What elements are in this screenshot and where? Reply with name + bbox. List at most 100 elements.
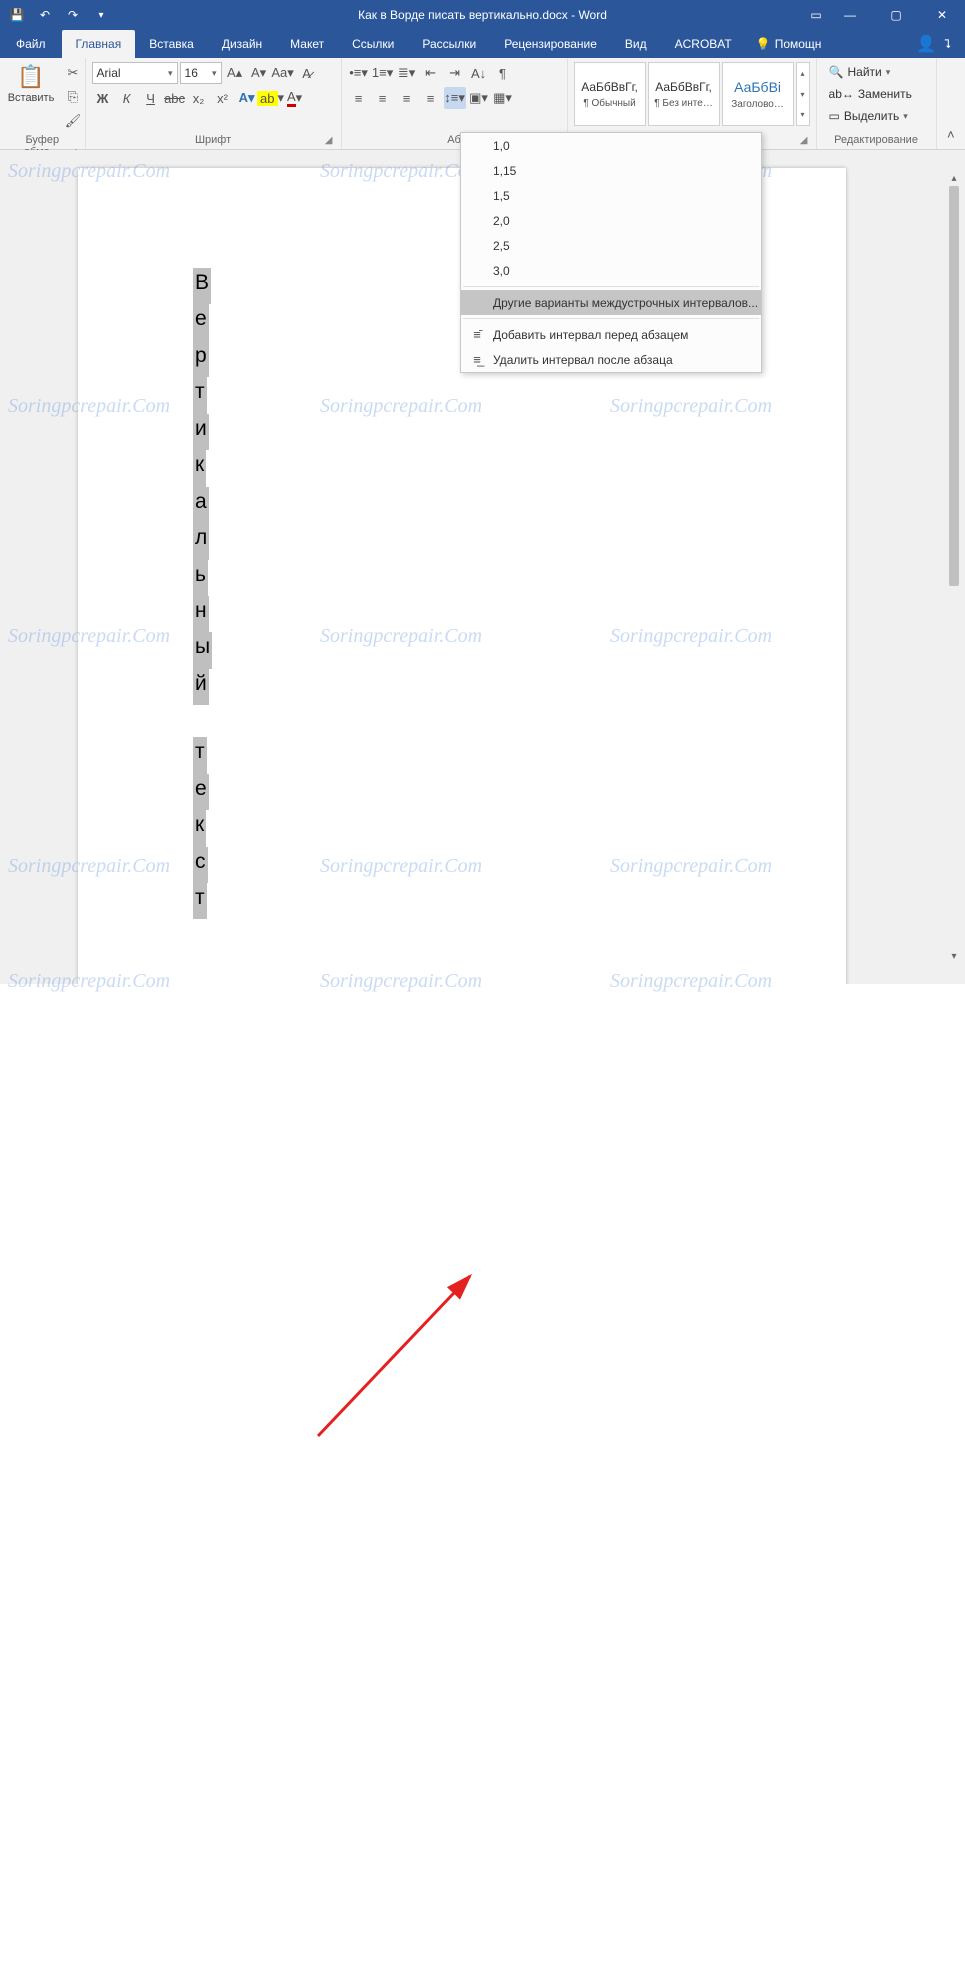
line-spacing-option[interactable]: 3,0	[461, 258, 761, 283]
line-spacing-more-options[interactable]: Другие варианты междустрочных интервалов…	[461, 290, 761, 315]
align-center-button[interactable]: ≡	[372, 87, 394, 109]
style-no-spacing[interactable]: АаБбВвГг, ¶ Без инте…	[648, 62, 720, 126]
tab-acrobat[interactable]: ACROBAT	[661, 30, 746, 58]
remove-space-after-paragraph[interactable]: ≡̲ Удалить интервал после абзаца	[461, 347, 761, 372]
sort-button[interactable]: A↓	[468, 62, 490, 84]
find-button[interactable]: 🔍 Найти▾	[823, 62, 918, 82]
multilevel-list-button[interactable]: ≣▾	[396, 62, 418, 84]
minimize-button[interactable]: —	[827, 0, 873, 30]
underline-button[interactable]: Ч	[140, 87, 162, 109]
bold-button[interactable]: Ж	[92, 87, 114, 109]
line-spacing-option[interactable]: 1,0	[461, 133, 761, 158]
document-content[interactable]: Вертикальныйтекст	[193, 268, 212, 919]
redo-button[interactable]: ↷	[60, 3, 86, 27]
line-spacing-option[interactable]: 2,5	[461, 233, 761, 258]
add-space-before-paragraph[interactable]: ≡̄ Добавить интервал перед абзацем	[461, 322, 761, 347]
paste-button[interactable]: 📋 Вставить	[6, 62, 56, 106]
cut-button[interactable]: ✂	[62, 62, 84, 84]
undo-button[interactable]: ↶	[32, 3, 58, 27]
align-right-button[interactable]: ≡	[396, 87, 418, 109]
close-button[interactable]: ✕	[919, 0, 965, 30]
selected-character[interactable]: и	[193, 414, 209, 450]
selected-character[interactable]: т	[193, 377, 207, 413]
tab-design[interactable]: Дизайн	[208, 30, 276, 58]
tab-mailings[interactable]: Рассылки	[408, 30, 490, 58]
styles-gallery-more[interactable]: ▴▾▾	[796, 62, 810, 126]
replace-button[interactable]: ab↔ Заменить	[823, 84, 918, 104]
shading-button[interactable]: ▣▾	[468, 87, 490, 109]
selected-character[interactable]: В	[193, 268, 211, 304]
tab-file[interactable]: Файл	[0, 30, 62, 58]
scrollbar-thumb[interactable]	[949, 186, 959, 586]
selected-character[interactable]: т	[193, 737, 207, 773]
scroll-down-button[interactable]: ▾	[947, 948, 961, 964]
selected-character[interactable]: ь	[193, 560, 208, 596]
font-name-combo[interactable]: Arial▾	[92, 62, 178, 84]
decrease-indent-button[interactable]: ⇤	[420, 62, 442, 84]
line-spacing-button[interactable]: ↕≡▾	[444, 87, 466, 109]
numbering-button[interactable]: 1≡▾	[372, 62, 394, 84]
change-case-button[interactable]: Aa▾	[272, 62, 294, 84]
strikethrough-button[interactable]: abc	[164, 87, 186, 109]
bullets-button[interactable]: •≡▾	[348, 62, 370, 84]
selected-character[interactable]: к	[193, 450, 206, 486]
selected-character[interactable]: й	[193, 669, 209, 705]
selected-character[interactable]: ы	[193, 632, 212, 668]
maximize-button[interactable]: ▢	[873, 0, 919, 30]
style-normal[interactable]: АаБбВвГг, ¶ Обычный	[574, 62, 646, 126]
font-color-button[interactable]: A▾	[284, 87, 306, 109]
tab-view[interactable]: Вид	[611, 30, 661, 58]
selected-character[interactable]: т	[193, 883, 207, 919]
justify-button[interactable]: ≡	[420, 87, 442, 109]
text-effects-button[interactable]: A▾	[236, 87, 258, 109]
line-spacing-option[interactable]: 1,15	[461, 158, 761, 183]
lightbulb-icon: 💡	[756, 37, 771, 51]
select-button[interactable]: ▭ Выделить▾	[823, 106, 918, 126]
line-spacing-option[interactable]: 1,5	[461, 183, 761, 208]
italic-button[interactable]: К	[116, 87, 138, 109]
line-spacing-option[interactable]: 2,0	[461, 208, 761, 233]
align-left-button[interactable]: ≡	[348, 87, 370, 109]
font-name-value: Arial	[97, 66, 121, 80]
superscript-button[interactable]: x²	[212, 87, 234, 109]
user-icon[interactable]: 👤	[916, 34, 936, 54]
tab-references[interactable]: Ссылки	[338, 30, 408, 58]
scroll-up-button[interactable]: ▴	[947, 170, 961, 186]
save-button[interactable]: 💾	[4, 3, 30, 27]
tab-layout[interactable]: Макет	[276, 30, 338, 58]
quick-access-toolbar: 💾 ↶ ↷ ▾	[4, 3, 114, 27]
selected-character[interactable]: е	[193, 774, 209, 810]
font-size-value: 16	[185, 66, 198, 80]
tab-review[interactable]: Рецензирование	[490, 30, 611, 58]
increase-indent-button[interactable]: ⇥	[444, 62, 466, 84]
style-heading-1[interactable]: АаБбВі Заголово…	[722, 62, 794, 126]
selected-character[interactable]: а	[193, 487, 209, 523]
format-painter-button[interactable]: 🖌	[62, 110, 84, 132]
line-spacing-menu: 1,01,151,52,02,53,0 Другие варианты межд…	[460, 132, 762, 373]
collapse-ribbon-button[interactable]: ˄	[941, 123, 961, 145]
font-size-combo[interactable]: 16▾	[180, 62, 222, 84]
document-title: Как в Ворде писать вертикально.docx - Wo…	[358, 8, 607, 22]
borders-button[interactable]: ▦▾	[492, 87, 514, 109]
selected-character[interactable]: л	[193, 523, 209, 559]
tab-home[interactable]: Главная	[62, 30, 136, 58]
font-dialog-launcher[interactable]: ◢	[323, 135, 335, 147]
highlight-color-button[interactable]: ab▾	[260, 87, 282, 109]
copy-button[interactable]: ⎘	[62, 86, 84, 108]
increase-font-button[interactable]: A▴	[224, 62, 246, 84]
vertical-scrollbar[interactable]: ▴ ▾	[947, 170, 961, 964]
selected-character[interactable]: с	[193, 847, 208, 883]
decrease-font-button[interactable]: A▾	[248, 62, 270, 84]
subscript-button[interactable]: x₂	[188, 87, 210, 109]
selected-character[interactable]: е	[193, 304, 209, 340]
show-paragraph-marks-button[interactable]: ¶	[492, 62, 514, 84]
tab-insert[interactable]: Вставка	[135, 30, 208, 58]
selected-character[interactable]: н	[193, 596, 209, 632]
tell-me-search[interactable]: 💡 Помощн	[746, 30, 832, 58]
selected-character[interactable]: р	[193, 341, 209, 377]
selected-character[interactable]: к	[193, 810, 206, 846]
qat-customize[interactable]: ▾	[88, 3, 114, 27]
clear-formatting-button[interactable]: A̷	[296, 62, 318, 84]
styles-dialog-launcher[interactable]: ◢	[798, 135, 810, 147]
share-button[interactable]: ⮧	[944, 37, 951, 52]
